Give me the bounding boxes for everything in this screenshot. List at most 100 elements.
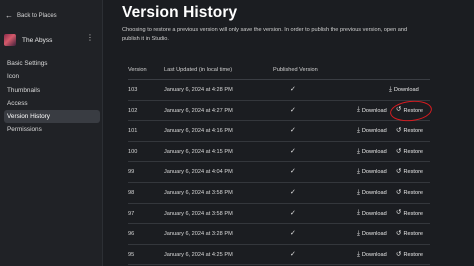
restore-icon: ↺ — [396, 126, 402, 134]
version-number: 96 — [128, 231, 135, 238]
back-to-places-link[interactable]: ← Back to Places — [5, 12, 57, 20]
download-icon: ⤓ — [357, 168, 360, 176]
download-icon: ⤓ — [357, 126, 360, 134]
restore-icon: ↺ — [396, 147, 402, 155]
restore-button[interactable]: ↺ Restore — [396, 250, 423, 260]
download-label: Download — [361, 169, 387, 176]
restore-icon: ↺ — [396, 250, 402, 258]
arrow-left-icon: ← — [5, 11, 13, 20]
last-updated-date: January 6, 2024 at 4:16 PM — [164, 128, 233, 135]
sidebar-item-basic-settings[interactable]: Basic Settings — [4, 57, 100, 70]
restore-button[interactable]: ↺ Restore — [396, 167, 423, 177]
version-number: 95 — [128, 251, 135, 258]
page-title: Version History — [122, 4, 238, 21]
table-body: 103 January 6, 2024 at 4:28 PM ✓ ⤓ Download 1… — [128, 80, 430, 266]
checkmark-icon: ✓ — [290, 106, 296, 114]
restore-button[interactable]: ↺ Restore — [396, 209, 423, 219]
restore-label: Restore — [403, 128, 424, 135]
sidebar-item-thumbnails[interactable]: Thumbnails — [4, 84, 100, 97]
restore-icon: ↺ — [396, 188, 402, 196]
vertical-dots-icon[interactable]: ⋮ — [86, 34, 94, 42]
download-label: Download — [361, 189, 387, 196]
download-button[interactable]: ⤓ Download — [357, 188, 387, 198]
sidebar-item-permissions[interactable]: Permissions — [4, 123, 100, 136]
version-table: Version Last Updated (in local time) Pub… — [128, 64, 430, 266]
download-button[interactable]: ⤓ Download — [357, 250, 387, 260]
restore-label: Restore — [403, 231, 424, 238]
version-number: 99 — [128, 169, 135, 176]
table-row: 99 January 6, 2024 at 4:04 PM ✓ ⤓ Download ↺ R… — [128, 162, 430, 183]
table-row: 95 January 6, 2024 at 4:25 PM ✓ ⤓ Download ↺ R… — [128, 245, 430, 266]
download-label: Download — [361, 148, 387, 155]
download-icon: ⤓ — [357, 209, 360, 217]
last-updated-date: January 6, 2024 at 3:58 PM — [164, 189, 233, 196]
checkmark-icon: ✓ — [290, 230, 296, 238]
table-row: 102 January 6, 2024 at 4:27 PM ✓ ⤓ Download ↺… — [128, 101, 430, 122]
sidebar-nav: Basic Settings Icon Thumbnails Access Versio… — [4, 57, 100, 137]
version-number: 97 — [128, 210, 135, 217]
download-button[interactable]: ⤓ Download — [357, 126, 387, 136]
download-icon: ⤓ — [357, 188, 360, 196]
download-label: Download — [393, 87, 419, 93]
download-icon: ⤓ — [357, 147, 360, 155]
restore-button[interactable]: ↺ Restore — [396, 229, 423, 239]
table-row: 101 January 6, 2024 at 4:16 PM ✓ ⤓ Download ↺… — [128, 121, 430, 142]
table-row: 103 January 6, 2024 at 4:28 PM ✓ ⤓ Download — [128, 80, 430, 101]
restore-button[interactable]: ↺ Restore — [396, 147, 423, 157]
table-row: 98 January 6, 2024 at 3:58 PM ✓ ⤓ Download ↺ R… — [128, 183, 430, 204]
last-updated-date: January 6, 2024 at 4:27 PM — [164, 107, 233, 114]
version-number: 102 — [128, 107, 138, 114]
last-updated-date: January 6, 2024 at 4:04 PM — [164, 169, 233, 176]
checkmark-icon: ✓ — [290, 147, 296, 155]
download-button[interactable]: ⤓ Download — [357, 209, 387, 219]
last-updated-date: January 6, 2024 at 4:25 PM — [164, 251, 233, 258]
last-updated-date: January 6, 2024 at 3:58 PM — [164, 210, 233, 217]
sidebar: ← Back to Places The Abyss ⋮ Basic Setti… — [0, 0, 103, 266]
place-name: The Abyss — [22, 36, 53, 44]
checkmark-icon: ✓ — [290, 209, 296, 217]
restore-icon: ↺ — [396, 209, 402, 217]
last-updated-date: January 6, 2024 at 3:28 PM — [164, 231, 233, 238]
download-button[interactable]: ⤓ Download — [357, 106, 387, 116]
restore-label: Restore — [403, 169, 424, 176]
version-number: 101 — [128, 128, 138, 135]
table-row: 97 January 6, 2024 at 3:58 PM ✓ ⤓ Download ↺ R… — [128, 204, 430, 225]
main-content: Version History Choosing to restore a pr… — [122, 0, 474, 266]
download-label: Download — [361, 231, 387, 238]
restore-button[interactable]: ↺ Restore — [396, 126, 423, 136]
download-button[interactable]: ⤓ Download — [357, 229, 387, 239]
sidebar-item-access[interactable]: Access — [4, 97, 100, 110]
place-header: The Abyss ⋮ — [4, 32, 99, 48]
restore-label: Restore — [403, 189, 424, 196]
download-icon: ⤓ — [389, 85, 392, 93]
checkmark-icon: ✓ — [290, 86, 296, 93]
version-number: 98 — [128, 189, 135, 196]
header-published-version: Published Version — [273, 67, 318, 73]
checkmark-icon: ✓ — [290, 127, 296, 135]
place-thumbnail — [4, 34, 16, 46]
download-label: Download — [361, 128, 387, 135]
restore-label: Restore — [403, 148, 424, 155]
download-icon: ⤓ — [357, 106, 360, 114]
download-icon: ⤓ — [357, 229, 360, 237]
checkmark-icon: ✓ — [290, 250, 296, 258]
restore-label: Restore — [403, 210, 424, 217]
header-version: Version — [128, 67, 147, 73]
download-label: Download — [361, 107, 387, 114]
checkmark-icon: ✓ — [290, 188, 296, 196]
restore-button[interactable]: ↺ Restore — [396, 188, 423, 198]
restore-icon: ↺ — [396, 229, 402, 237]
table-header: Version Last Updated (in local time) Pub… — [128, 64, 430, 80]
download-button[interactable]: ⤓ Download — [389, 85, 419, 95]
last-updated-date: January 6, 2024 at 4:15 PM — [164, 148, 233, 155]
version-number: 103 — [128, 87, 138, 93]
sidebar-item-icon[interactable]: Icon — [4, 70, 100, 83]
back-label: Back to Places — [17, 13, 57, 19]
download-button[interactable]: ⤓ Download — [357, 167, 387, 177]
header-last-updated: Last Updated (in local time) — [164, 67, 233, 73]
version-number: 100 — [128, 148, 138, 155]
restore-icon: ↺ — [396, 168, 402, 176]
download-button[interactable]: ⤓ Download — [357, 147, 387, 157]
page-description: Choosing to restore a previous version w… — [122, 27, 408, 42]
sidebar-item-version-history[interactable]: Version History — [4, 110, 100, 124]
